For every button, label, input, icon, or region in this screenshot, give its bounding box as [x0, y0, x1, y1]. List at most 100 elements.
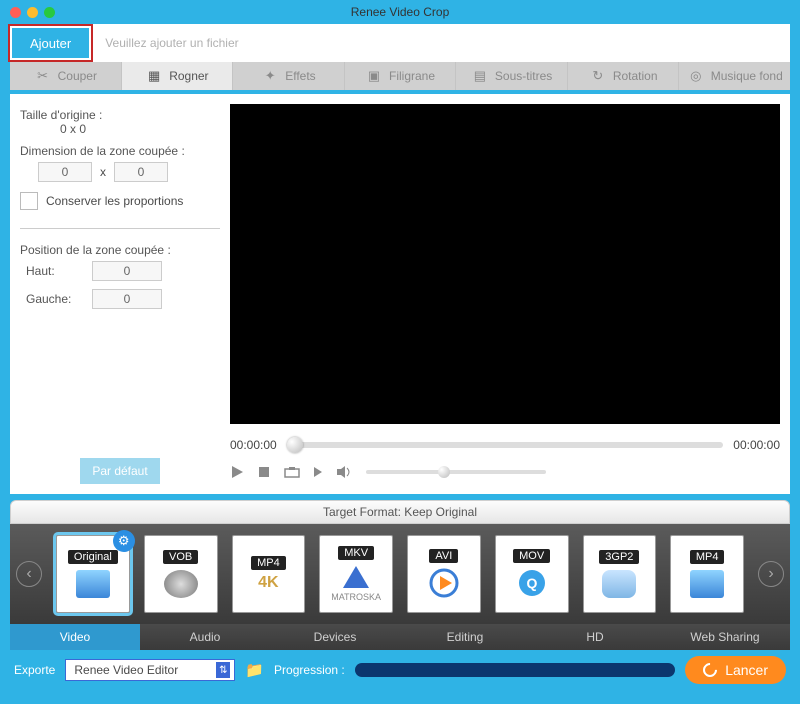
tab-label: Effets	[285, 69, 315, 83]
expand-button[interactable]	[314, 467, 322, 477]
orig-size-value: 0 x 0	[60, 122, 220, 136]
crop-dim-label: Dimension de la zone coupée :	[20, 144, 220, 158]
orig-size-label: Taille d'origine :	[20, 108, 220, 122]
format-label: VOB	[163, 550, 198, 564]
cat-tab-hd[interactable]: HD	[530, 624, 660, 650]
formats-prev-button[interactable]: ‹	[16, 561, 42, 587]
cut-icon: ✂	[34, 67, 52, 85]
preview-panel: 00:00:00 00:00:00	[230, 104, 780, 484]
cat-tab-editing[interactable]: Editing	[400, 624, 530, 650]
keep-ratio-label: Conserver les proportions	[46, 194, 183, 208]
panel-divider	[20, 228, 220, 229]
cat-tab-websharing[interactable]: Web Sharing	[660, 624, 790, 650]
edit-tabs: ✂ Couper ▦ Rogner ✦Effets ▣ Filigrane ▤Sous…	[10, 62, 790, 90]
add-file-bar: Ajouter Veuillez ajouter un fichier	[10, 24, 790, 62]
subtitles-icon: ▤	[471, 67, 489, 85]
folder-icon[interactable]: 📁	[245, 661, 264, 679]
format-3gp2[interactable]: 3GP2	[583, 535, 657, 613]
music-icon: ◎	[687, 67, 705, 85]
stop-button[interactable]	[258, 466, 270, 478]
cat-tab-label: HD	[586, 630, 603, 644]
format-mkv[interactable]: MKV MATROSKA	[319, 535, 393, 613]
x-separator: x	[100, 165, 106, 179]
format-label: AVI	[429, 549, 458, 563]
tab-couper[interactable]: ✂ Couper	[10, 62, 122, 90]
tab-label: Rotation	[613, 69, 658, 83]
cat-tab-video[interactable]: Video	[10, 624, 140, 650]
pos-left-row: Gauche: 0	[26, 289, 220, 309]
volume-icon[interactable]	[336, 465, 352, 479]
workspace: Taille d'origine : 0 x 0 Dimension de la…	[10, 94, 790, 494]
volume-slider[interactable]	[366, 470, 546, 474]
cat-tab-label: Devices	[314, 630, 357, 644]
tab-effets[interactable]: ✦Effets	[233, 62, 345, 90]
format-label: MOV	[513, 549, 550, 563]
tab-filigrane[interactable]: ▣ Filigrane	[345, 62, 457, 90]
format-label: 3GP2	[599, 550, 639, 564]
pos-left-input[interactable]: 0	[92, 289, 162, 309]
format-original[interactable]: ⚙ Original	[56, 535, 130, 613]
format-badge: 4K	[258, 574, 278, 592]
format-mp4[interactable]: MP4	[670, 535, 744, 613]
format-avi[interactable]: AVI	[407, 535, 481, 613]
format-category-tabs: Video Audio Devices Editing HD Web Shari…	[10, 624, 790, 650]
tab-rotation[interactable]: ↻ Rotation	[568, 62, 680, 90]
target-format-label: Target Format: Keep Original	[323, 505, 477, 519]
play-button[interactable]	[230, 465, 244, 479]
timeline-knob[interactable]	[287, 437, 303, 453]
gear-icon[interactable]: ⚙	[113, 530, 135, 552]
tab-rogner[interactable]: ▦ Rogner	[122, 62, 234, 90]
export-label: Exporte	[14, 663, 55, 677]
format-mp4-4k[interactable]: MP4 4K	[232, 535, 306, 613]
svg-text:Q: Q	[526, 575, 537, 591]
keep-ratio-checkbox[interactable]	[20, 192, 38, 210]
timeline: 00:00:00 00:00:00	[230, 430, 780, 460]
tab-label: Musique fond	[711, 69, 783, 83]
tab-label: Couper	[58, 69, 97, 83]
avi-icon	[428, 567, 460, 599]
rotate-icon: ↻	[589, 67, 607, 85]
export-select[interactable]: Renee Video Editor ⇅	[65, 659, 235, 681]
format-label: Original	[68, 550, 118, 564]
timeline-track[interactable]	[287, 442, 724, 448]
footer: Exporte Renee Video Editor ⇅ 📁 Progressi…	[0, 650, 800, 690]
watermark-icon: ▣	[365, 67, 383, 85]
select-arrows-icon: ⇅	[216, 662, 230, 678]
format-label: MP4	[690, 550, 725, 564]
keep-ratio-row: Conserver les proportions	[20, 192, 220, 210]
app-title: Renee Video Crop	[0, 5, 800, 19]
tab-label: Filigrane	[389, 69, 435, 83]
refresh-icon	[700, 660, 720, 680]
launch-label: Lancer	[725, 662, 768, 678]
format-label: MKV	[338, 546, 374, 560]
cat-tab-devices[interactable]: Devices	[270, 624, 400, 650]
formats-next-button[interactable]: ›	[758, 561, 784, 587]
format-thumb-icon	[690, 570, 724, 598]
format-strip: ‹ ⚙ Original VOB MP4 4K MKV MATROSKA AVI…	[10, 524, 790, 624]
format-vob[interactable]: VOB	[144, 535, 218, 613]
progress-label: Progression :	[274, 663, 345, 677]
tab-label: Rogner	[169, 69, 208, 83]
format-thumb-icon	[76, 570, 110, 598]
snapshot-button[interactable]	[284, 466, 300, 478]
crop-dim-row: 0 x 0	[38, 162, 220, 182]
video-preview	[230, 104, 780, 424]
crop-width-input[interactable]: 0	[38, 162, 92, 182]
format-mov[interactable]: MOV Q	[495, 535, 569, 613]
cat-tab-audio[interactable]: Audio	[140, 624, 270, 650]
crop-icon: ▦	[145, 67, 163, 85]
tab-musique[interactable]: ◎ Musique fond	[679, 62, 790, 90]
volume-knob[interactable]	[438, 466, 450, 478]
tab-soustitres[interactable]: ▤Sous-titres	[456, 62, 568, 90]
player-controls	[230, 460, 780, 484]
pos-top-input[interactable]: 0	[92, 261, 162, 281]
launch-button[interactable]: Lancer	[685, 656, 786, 684]
default-button[interactable]: Par défaut	[80, 458, 160, 484]
pos-top-row: Haut: 0	[26, 261, 220, 281]
crop-height-input[interactable]: 0	[114, 162, 168, 182]
pos-left-label: Gauche:	[26, 292, 86, 306]
add-file-button[interactable]: Ajouter	[12, 28, 89, 58]
mkv-icon	[341, 564, 371, 590]
crop-settings-panel: Taille d'origine : 0 x 0 Dimension de la…	[20, 104, 220, 484]
format-thumb-icon	[164, 570, 198, 598]
